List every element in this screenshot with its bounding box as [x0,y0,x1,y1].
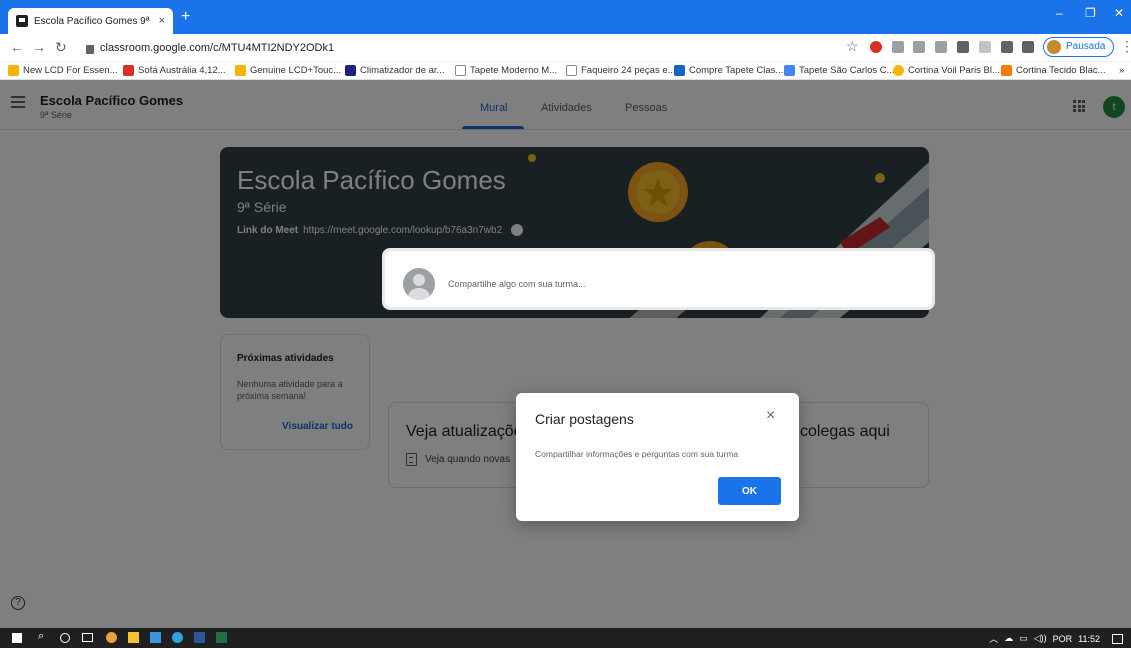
bookmark-item[interactable]: Sofá Austrália 4,12... [123,65,226,76]
create-posts-dialog: Criar postagens × Compartilhar informaçõ… [516,393,799,521]
browser-tab[interactable]: Escola Pacífico Gomes 9ª Série × [8,8,173,34]
bookmark-favicon-icon [123,65,134,76]
bookmark-favicon-icon [235,65,246,76]
excel-icon[interactable] [216,632,227,643]
task-view-icon[interactable] [82,633,93,642]
extension-icon[interactable] [892,41,904,53]
bookmark-item[interactable]: New LCD For Essen... [8,65,118,76]
cortana-icon[interactable] [60,633,70,643]
bookmark-star-icon[interactable]: ☆ [846,38,859,55]
clock[interactable]: 11:52 [1078,634,1100,644]
onedrive-icon[interactable]: ☁ [1004,633,1013,644]
notifications-icon[interactable] [1112,633,1123,644]
chrome-icon[interactable] [106,632,117,643]
bookmark-item[interactable]: Compre Tapete Clas... [674,65,783,76]
extension-icon[interactable] [913,41,925,53]
bookmark-item[interactable]: Cortina Voil Paris Bl... [893,65,1000,76]
lock-icon [86,44,94,54]
bookmarks-bar: New LCD For Essen... Sofá Austrália 4,12… [0,62,1131,80]
edge-icon[interactable] [172,632,183,643]
bookmark-item[interactable]: Tapete São Carlos C... [784,65,895,76]
url-text: classroom.google.com/c/MTU4MTI2NDY2ODk1 [100,42,335,54]
windows-start-icon[interactable] [12,633,22,643]
opera-extension-icon[interactable] [870,41,882,53]
windows-taskbar: ⌕ ︿ ☁ ▭ ◁)) POR 11:52 [0,628,1131,648]
bookmark-item[interactable]: Cortina Tecido Blac... [1001,65,1106,76]
bookmark-favicon-icon [893,65,904,76]
bookmark-item[interactable]: Genuine LCD+Touc... [235,65,341,76]
puzzle-extensions-icon[interactable] [1022,41,1034,53]
forward-arrow-icon[interactable]: → [32,39,46,55]
bookmark-favicon-icon [784,65,795,76]
bookmark-item[interactable]: Climatizador de ar... [345,65,444,76]
system-tray: ︿ ☁ ▭ ◁)) POR 11:52 [989,632,1123,645]
bookmark-favicon-icon [455,65,466,76]
dialog-body: Compartilhar informações e perguntas com… [535,449,739,459]
ok-button[interactable]: OK [718,477,781,505]
dialog-title: Criar postagens [535,411,634,427]
bookmark-favicon-icon [1001,65,1012,76]
minimize-button[interactable]: – [1056,6,1063,20]
bookmark-favicon-icon [345,65,356,76]
language-indicator[interactable]: POR [1053,634,1073,644]
word-icon[interactable] [194,632,205,643]
menu-kebab-icon[interactable]: ⋮ [1120,38,1131,55]
file-explorer-icon[interactable] [128,632,139,643]
close-icon[interactable]: × [766,407,775,425]
modal-backdrop[interactable] [0,80,1131,628]
bookmark-favicon-icon [566,65,577,76]
extension-icon[interactable] [935,41,947,53]
address-bar[interactable]: classroom.google.com/c/MTU4MTI2NDY2ODk1 [86,38,826,58]
tab-title: Escola Pacífico Gomes 9ª Série [34,15,153,27]
mail-icon[interactable] [150,632,161,643]
translate-icon[interactable] [1001,41,1013,53]
reload-icon[interactable]: ↻ [55,39,67,56]
classroom-favicon-icon [16,15,28,27]
share-box[interactable]: Compartilhe algo com sua turma... [382,248,935,310]
back-arrow-icon[interactable]: ← [10,39,24,55]
new-tab-button[interactable]: + [181,8,190,26]
bookmark-item[interactable]: Faqueiro 24 peças e... [566,65,676,76]
close-window-button[interactable]: ✕ [1114,6,1124,20]
restore-button[interactable]: ❐ [1085,6,1096,20]
volume-icon[interactable]: ◁)) [1034,633,1047,644]
chevron-up-icon[interactable]: ︿ [989,632,998,645]
share-placeholder: Compartilhe algo com sua turma... [448,279,586,289]
profile-button[interactable]: Pausada [1043,37,1115,57]
bookmark-item[interactable]: Tapete Moderno M... [455,65,557,76]
bookmarks-overflow-button[interactable]: » [1119,65,1124,76]
tab-close-icon[interactable]: × [159,15,165,27]
bookmark-favicon-icon [674,65,685,76]
bookmark-favicon-icon [8,65,19,76]
search-icon[interactable]: ⌕ [38,630,49,642]
browser-tab-strip: Escola Pacífico Gomes 9ª Série × + – ❐ ✕ [0,0,1131,34]
browser-toolbar: ← → ↻ classroom.google.com/c/MTU4MTI2NDY… [0,34,1131,62]
extension-icon[interactable] [979,41,991,53]
extension-icon[interactable] [957,41,969,53]
network-icon[interactable]: ▭ [1019,633,1028,644]
user-avatar-icon [403,268,435,300]
